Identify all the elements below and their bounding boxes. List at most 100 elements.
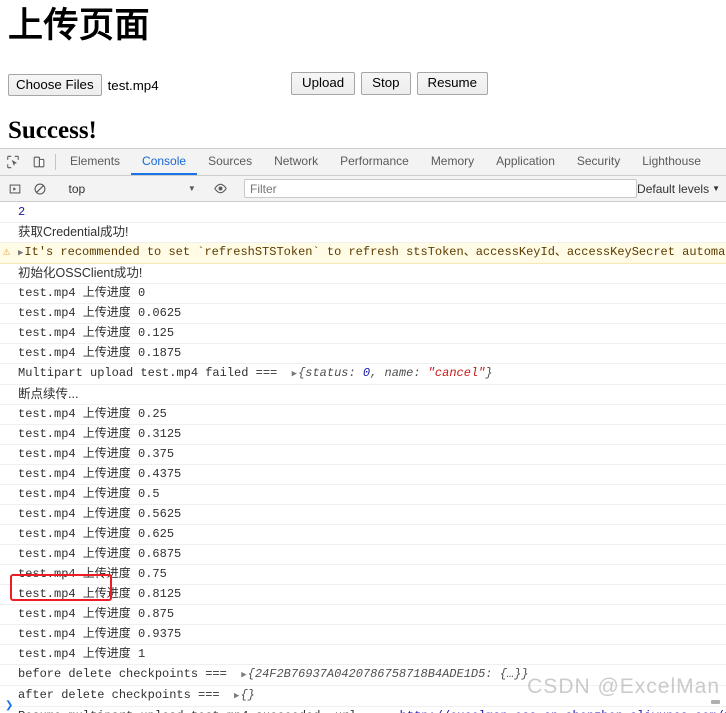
- console-message-number: 2: [0, 203, 726, 223]
- tab-network[interactable]: Network: [263, 149, 329, 175]
- console-message-list[interactable]: 2 获取Credential成功! ⚠ ▶It's recommended to…: [0, 203, 726, 713]
- devtools-panel: Elements Console Sources Network Perform…: [0, 148, 726, 713]
- tab-elements[interactable]: Elements: [59, 149, 131, 175]
- progress-value: 0.5625: [138, 507, 182, 521]
- failed-label: Multipart upload test.mp4 failed ===: [18, 366, 278, 380]
- expand-triangle-icon[interactable]: ▶: [18, 248, 23, 258]
- page-title: 上传页面: [8, 6, 151, 45]
- progress-label: test.mp4 上传进度: [18, 286, 131, 300]
- progress-label: test.mp4 上传进度: [18, 527, 131, 541]
- clear-console-icon[interactable]: [27, 182, 52, 196]
- progress-value: 0.75: [138, 567, 167, 581]
- progress-label: test.mp4 上传进度: [18, 306, 131, 320]
- progress-value: 0.0625: [138, 306, 182, 320]
- progress-label: test.mp4 上传进度: [18, 427, 131, 441]
- tab-application[interactable]: Application: [485, 149, 566, 175]
- console-filterbar: top ▼ Default levels ▼: [0, 176, 726, 202]
- console-message-progress: test.mp4 上传进度 0.25: [0, 405, 726, 425]
- progress-label: test.mp4 上传进度: [18, 407, 131, 421]
- console-message-progress: test.mp4 上传进度 0.1875: [0, 344, 726, 364]
- device-toolbar-icon[interactable]: [26, 149, 52, 175]
- progress-value: 0.8125: [138, 587, 182, 601]
- selected-file-name: test.mp4: [107, 77, 159, 93]
- console-message-progress: test.mp4 上传进度 0.9375: [0, 625, 726, 645]
- checkpoint-label: after delete checkpoints ===: [18, 688, 220, 702]
- progress-value: 0.875: [138, 607, 175, 621]
- progress-label: test.mp4 上传进度: [18, 447, 131, 461]
- progress-label: test.mp4 上传进度: [18, 647, 131, 661]
- object-value-name: "cancel": [427, 366, 486, 380]
- console-message-progress: test.mp4 上传进度 0.375: [0, 445, 726, 465]
- resume-button[interactable]: Resume: [416, 72, 489, 95]
- progress-value: 0.375: [138, 447, 175, 461]
- progress-value: 0.5: [138, 487, 160, 501]
- progress-label: test.mp4 上传进度: [18, 467, 131, 481]
- progress-label: test.mp4 上传进度: [18, 547, 131, 561]
- console-message-progress: test.mp4 上传进度 0.3125: [0, 425, 726, 445]
- object-separator: ,: [370, 366, 385, 380]
- progress-value: 0: [138, 286, 146, 300]
- checkpoint-label: before delete checkpoints ===: [18, 667, 227, 681]
- object-key-name: name:: [384, 366, 421, 380]
- progress-value: 0.125: [138, 326, 175, 340]
- console-message-progress: test.mp4 上传进度 0.5: [0, 485, 726, 505]
- expand-triangle-icon[interactable]: ▶: [234, 691, 239, 701]
- progress-value: 0.1875: [138, 346, 182, 360]
- tab-sources[interactable]: Sources: [197, 149, 263, 175]
- progress-value: 0.9375: [138, 627, 182, 641]
- console-message-progress: test.mp4 上传进度 0.75: [0, 565, 726, 585]
- progress-label: test.mp4 上传进度: [18, 607, 131, 621]
- upload-button[interactable]: Upload: [291, 72, 356, 95]
- action-button-group: Upload Stop Resume: [291, 72, 489, 95]
- tab-security[interactable]: Security: [566, 149, 631, 175]
- web-page-content: 上传页面 Choose Files test.mp4 Upload Stop R…: [0, 0, 726, 148]
- devtools-tabbar: Elements Console Sources Network Perform…: [0, 149, 726, 176]
- console-message-progress: test.mp4 上传进度 0.5625: [0, 505, 726, 525]
- console-message-progress: test.mp4 上传进度 0.6875: [0, 545, 726, 565]
- object-key-status: status:: [305, 366, 356, 380]
- progress-label: test.mp4 上传进度: [18, 326, 131, 340]
- progress-value: 0.3125: [138, 427, 182, 441]
- console-message-progress: test.mp4 上传进度 0.4375: [0, 465, 726, 485]
- live-expression-icon[interactable]: [208, 181, 233, 196]
- execution-context-value: top: [68, 181, 86, 196]
- success-heading: Success!: [8, 117, 97, 144]
- progress-value: 0.6875: [138, 547, 182, 561]
- progress-value: 0.625: [138, 527, 175, 541]
- progress-label: test.mp4 上传进度: [18, 487, 131, 501]
- progress-value: 1: [138, 647, 146, 661]
- tab-lighthouse[interactable]: Lighthouse: [631, 149, 712, 175]
- progress-label: test.mp4 上传进度: [18, 587, 131, 601]
- expand-triangle-icon[interactable]: ▶: [241, 670, 246, 680]
- execution-context-selector[interactable]: top ▼: [65, 179, 201, 198]
- tab-performance[interactable]: Performance: [329, 149, 420, 175]
- console-prompt-chevron-icon[interactable]: ❯: [5, 700, 13, 711]
- warning-text: It's recommended to set `refreshSTSToken…: [24, 245, 726, 259]
- tab-memory[interactable]: Memory: [420, 149, 485, 175]
- log-levels-selector[interactable]: Default levels ▼: [637, 182, 720, 196]
- console-message-progress: test.mp4 上传进度 0.0625: [0, 304, 726, 324]
- logged-number: 2: [18, 205, 26, 219]
- inspect-element-icon[interactable]: [0, 149, 26, 175]
- expand-triangle-icon[interactable]: ▶: [292, 369, 297, 379]
- chevron-down-icon: ▼: [712, 184, 720, 193]
- resume-label: Resume multipart upload test.mp4 succeed…: [18, 709, 385, 713]
- stop-button[interactable]: Stop: [361, 72, 411, 95]
- console-message-resume-breakpoint: 断点续传...: [0, 385, 726, 405]
- console-message-progress: test.mp4 上传进度 0: [0, 284, 726, 304]
- uploaded-file-url-link[interactable]: http://excelman.oss-cn-shenzhen.aliyuncs…: [400, 709, 726, 713]
- checkpoint-object: {24F2B76937A0420786758718B4ADE1D5: {…}}: [247, 667, 529, 681]
- console-filter-input[interactable]: [244, 179, 637, 198]
- choose-files-button[interactable]: Choose Files: [8, 74, 102, 96]
- execute-snippet-icon[interactable]: [2, 182, 27, 196]
- console-message-resume-succeeded: Resume multipart upload test.mp4 succeed…: [0, 707, 726, 713]
- upload-controls-row: Choose Files test.mp4 Upload Stop Resume: [8, 72, 718, 98]
- file-input[interactable]: Choose Files test.mp4: [8, 74, 159, 96]
- console-message-progress: test.mp4 上传进度 0.625: [0, 525, 726, 545]
- scrollbar-thumb[interactable]: [711, 700, 720, 704]
- progress-label: test.mp4 上传进度: [18, 346, 131, 360]
- object-close-brace: }: [485, 366, 493, 380]
- tab-console[interactable]: Console: [131, 149, 198, 175]
- console-message-upload-failed: Multipart upload test.mp4 failed === ▶{s…: [0, 364, 726, 385]
- checkpoint-object: {}: [240, 688, 255, 702]
